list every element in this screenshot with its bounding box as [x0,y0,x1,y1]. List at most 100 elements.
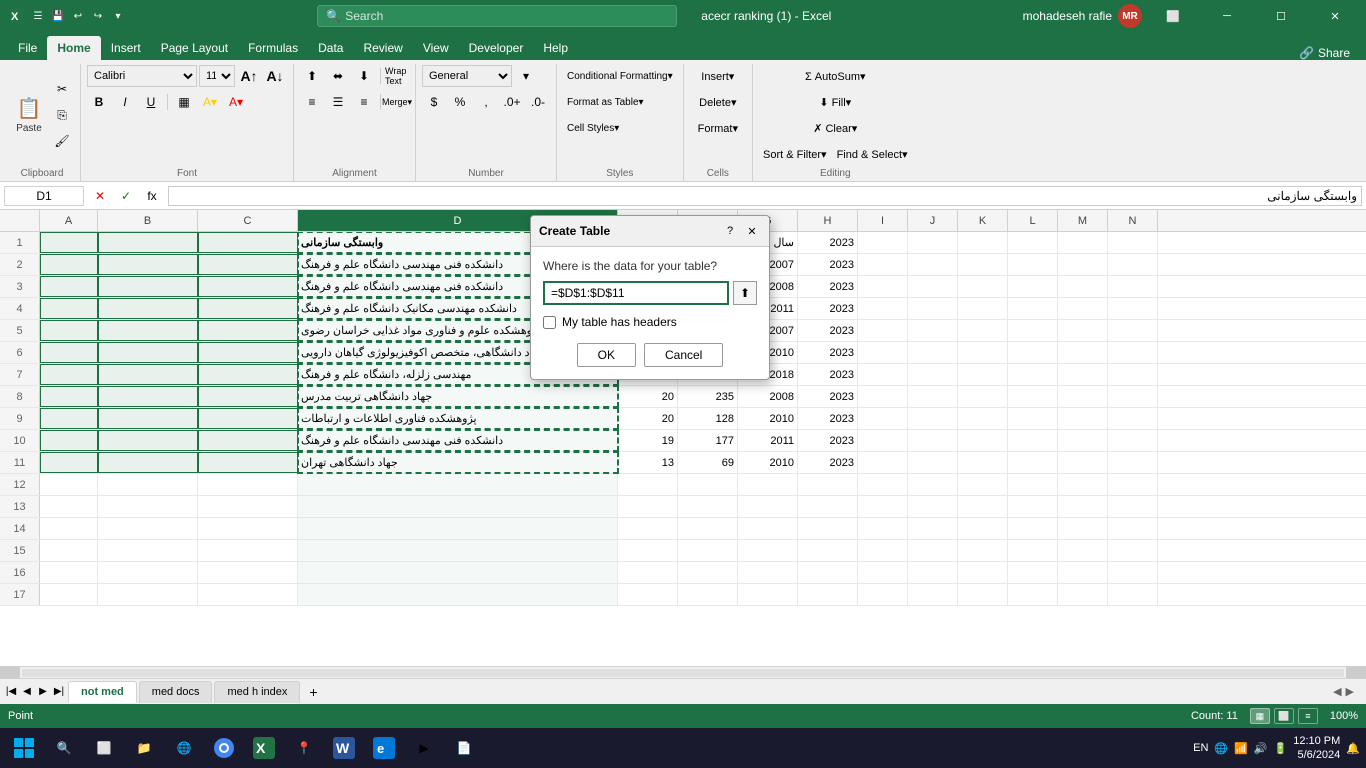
chrome-icon[interactable] [206,730,242,766]
dialog-range-input[interactable] [543,281,729,305]
language-icon[interactable]: 🌐 [1214,742,1228,755]
tab-file[interactable]: File [8,36,47,60]
cell-L1[interactable] [1008,232,1058,253]
tab-insert[interactable]: Insert [101,36,151,60]
cell-N14[interactable] [1108,518,1158,539]
font-color-button[interactable]: A▾ [224,90,248,114]
cell-J12[interactable] [908,474,958,495]
align-left-button[interactable]: ≡ [300,90,324,114]
row-number[interactable]: 7 [0,364,40,385]
cell-A8[interactable] [40,386,98,407]
cell-C12[interactable] [198,474,298,495]
currency-button[interactable]: $ [422,90,446,114]
cell-E14[interactable] [618,518,678,539]
cell-N8[interactable] [1108,386,1158,407]
cell-G12[interactable] [738,474,798,495]
cell-L3[interactable] [1008,276,1058,297]
cell-D17[interactable] [298,584,618,605]
cell-I1[interactable] [858,232,908,253]
cell-D13[interactable] [298,496,618,517]
maximize-button[interactable]: ☐ [1258,0,1304,32]
cell-M10[interactable] [1058,430,1108,451]
sheet-tab-med-h-index[interactable]: med h index [214,681,300,703]
cell-I3[interactable] [858,276,908,297]
col-header-N[interactable]: N [1108,210,1158,231]
row-number[interactable]: 5 [0,320,40,341]
cell-I7[interactable] [858,364,908,385]
cell-J17[interactable] [908,584,958,605]
maps-icon[interactable]: 📍 [286,730,322,766]
customize-quick-access-icon[interactable]: ▾ [110,8,126,24]
cell-M2[interactable] [1058,254,1108,275]
cell-B1[interactable] [98,232,198,253]
tab-home[interactable]: Home [47,36,100,60]
cell-M17[interactable] [1058,584,1108,605]
cell-E15[interactable] [618,540,678,561]
task-view-button[interactable]: ⬜ [86,730,122,766]
cell-F15[interactable] [678,540,738,561]
cell-J15[interactable] [908,540,958,561]
pdf-icon[interactable]: 📄 [446,730,482,766]
cell-F17[interactable] [678,584,738,605]
cell-A6[interactable] [40,342,98,363]
cell-N1[interactable] [1108,232,1158,253]
row-number[interactable]: 6 [0,342,40,363]
cell-M8[interactable] [1058,386,1108,407]
col-header-K[interactable]: K [958,210,1008,231]
cell-H5[interactable]: 2023 [798,320,858,341]
cell-G10[interactable]: 2011 [738,430,798,451]
underline-button[interactable]: U [139,90,163,114]
cell-J10[interactable] [908,430,958,451]
cell-J8[interactable] [908,386,958,407]
col-header-H[interactable]: H [798,210,858,231]
cell-N7[interactable] [1108,364,1158,385]
col-header-I[interactable]: I [858,210,908,231]
sheet-left-arrow[interactable]: ◀ [1333,685,1341,698]
cell-H13[interactable] [798,496,858,517]
dialog-collapse-button[interactable]: ⬆ [733,281,757,305]
cell-L14[interactable] [1008,518,1058,539]
cell-F10[interactable]: 177 [678,430,738,451]
network-icon[interactable]: 📶 [1234,742,1248,755]
cell-B14[interactable] [98,518,198,539]
word-icon[interactable]: W [326,730,362,766]
row-number[interactable]: 9 [0,408,40,429]
insert-function-button[interactable]: fx [140,184,164,208]
start-button[interactable] [6,730,42,766]
cell-A11[interactable] [40,452,98,473]
cell-K15[interactable] [958,540,1008,561]
format-cells-button[interactable]: Format▾ [690,116,746,140]
cell-I5[interactable] [858,320,908,341]
cell-L5[interactable] [1008,320,1058,341]
row-number[interactable]: 12 [0,474,40,495]
decrease-font-button[interactable]: A↓ [263,64,287,88]
cell-N17[interactable] [1108,584,1158,605]
cell-L17[interactable] [1008,584,1058,605]
cell-F14[interactable] [678,518,738,539]
cell-I13[interactable] [858,496,908,517]
cell-K3[interactable] [958,276,1008,297]
align-top-button[interactable]: ⬆ [300,64,324,88]
cell-C9[interactable] [198,408,298,429]
wrap-text-button[interactable]: Wrap Text [385,64,409,88]
cell-F16[interactable] [678,562,738,583]
cell-I2[interactable] [858,254,908,275]
align-right-button[interactable]: ≡ [352,90,376,114]
find-select-button[interactable]: Find & Select▾ [833,142,912,166]
cell-A5[interactable] [40,320,98,341]
cell-C4[interactable] [198,298,298,319]
cell-H17[interactable] [798,584,858,605]
row-number[interactable]: 3 [0,276,40,297]
sheet-nav-prev[interactable]: ◀ [20,681,34,703]
cell-K6[interactable] [958,342,1008,363]
sheet-nav-last[interactable]: ▶| [52,681,66,703]
cell-B7[interactable] [98,364,198,385]
ribbon-display-button[interactable]: ⬜ [1150,0,1196,32]
cell-H15[interactable] [798,540,858,561]
has-headers-checkbox[interactable] [543,316,556,329]
cell-H14[interactable] [798,518,858,539]
cell-A14[interactable] [40,518,98,539]
sheet-tab-not-med[interactable]: not med [68,681,137,703]
tab-developer[interactable]: Developer [459,36,534,60]
cell-D15[interactable] [298,540,618,561]
